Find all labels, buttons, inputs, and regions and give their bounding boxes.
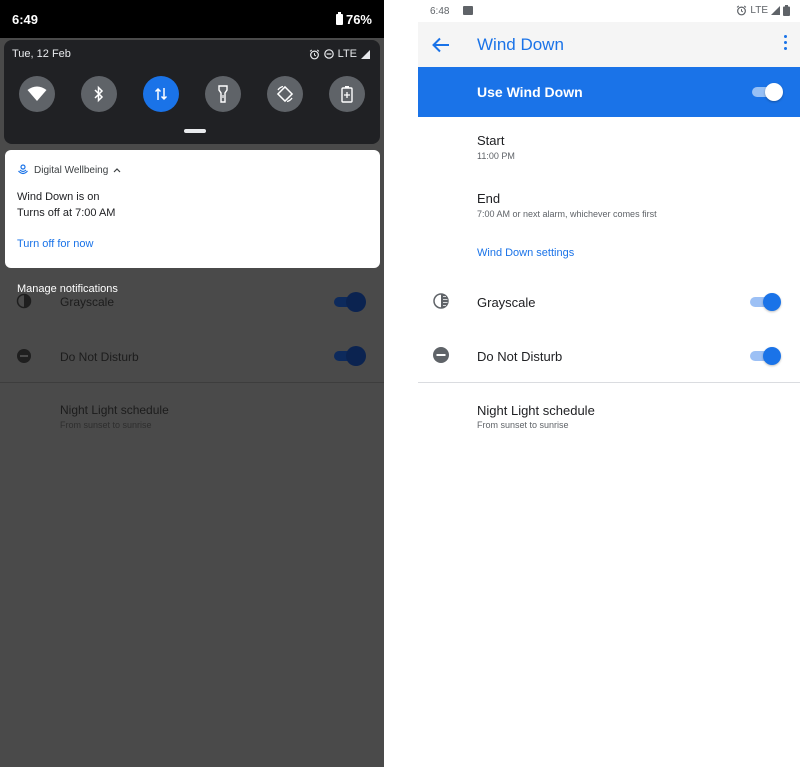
page-title: Wind Down xyxy=(477,35,564,54)
grayscale-toggle[interactable] xyxy=(748,293,781,311)
end-value: 7:00 AM or next alarm, whichever comes f… xyxy=(477,209,657,219)
screen-gutter xyxy=(384,0,418,767)
notification-body: Turns off at 7:00 AM xyxy=(17,207,116,219)
qs-date: Tue, 12 Feb xyxy=(12,48,71,60)
back-arrow-icon[interactable] xyxy=(430,34,452,56)
dimmed-night-light-label: Night Light schedule xyxy=(60,403,169,417)
status-battery: 76% xyxy=(335,12,372,27)
qs-tile-flashlight[interactable] xyxy=(205,76,241,112)
do-not-disturb-setting[interactable]: Do Not Disturb xyxy=(418,342,800,370)
dnd-toggle[interactable] xyxy=(748,347,781,365)
battery-icon xyxy=(783,5,790,16)
start-time-setting[interactable]: Start 11:00 PM xyxy=(418,125,800,171)
status-network-label: LTE xyxy=(750,5,768,16)
end-label: End xyxy=(477,191,501,206)
grayscale-icon xyxy=(433,293,449,309)
chevron-up-icon[interactable] xyxy=(113,167,121,173)
bluetooth-icon xyxy=(94,85,104,103)
use-wind-down-label: Use Wind Down xyxy=(477,84,583,100)
signal-icon xyxy=(361,49,370,59)
quick-settings-tiles xyxy=(19,76,369,116)
status-bar: 6:48 LTE xyxy=(418,0,800,22)
status-bar: 6:49 76% xyxy=(0,0,384,38)
dimmed-night-light-row: Night Light schedule From sunset to sunr… xyxy=(0,400,384,436)
dimmed-dnd-row: Do Not Disturb xyxy=(0,345,384,369)
alarm-icon xyxy=(737,5,747,16)
screenshot-root: 6:49 76% Tue, 12 Feb LTE Digital Wellbei… xyxy=(0,0,800,767)
grayscale-setting[interactable]: Grayscale xyxy=(418,288,800,316)
auto-rotate-icon xyxy=(276,85,294,103)
wind-down-settings-screen: 6:48 LTE Wind Down Use Wind Down Start 1… xyxy=(418,0,800,767)
dimmed-dnd-toggle xyxy=(332,346,366,366)
moon-icon xyxy=(435,408,443,424)
status-icons: LTE xyxy=(736,5,790,16)
digital-wellbeing-icon xyxy=(18,164,28,175)
qs-status-icons: LTE xyxy=(309,48,370,60)
notification-title: Wind Down is on xyxy=(17,191,100,203)
dimmed-divider xyxy=(0,382,384,383)
signal-icon xyxy=(771,6,780,15)
notification-app-name: Digital Wellbeing xyxy=(34,164,109,176)
image-notification-icon xyxy=(463,6,473,15)
notification-header: Digital Wellbeing xyxy=(17,164,121,176)
dnd-icon xyxy=(433,347,449,363)
grayscale-icon xyxy=(16,293,32,309)
battery-saver-icon xyxy=(341,86,353,103)
night-light-label: Night Light schedule xyxy=(477,403,595,418)
dnd-label: Do Not Disturb xyxy=(477,349,563,364)
status-time: 6:48 xyxy=(430,6,450,17)
qs-network-label: LTE xyxy=(337,48,357,60)
wind-down-settings-link[interactable]: Wind Down settings xyxy=(477,247,574,259)
qs-tile-battery-saver[interactable] xyxy=(329,76,365,112)
status-time: 6:49 xyxy=(12,12,39,27)
qs-tile-auto-rotate[interactable] xyxy=(267,76,303,112)
drag-handle[interactable] xyxy=(184,129,206,133)
dimmed-grayscale-label: Grayscale xyxy=(60,295,115,309)
mobile-data-icon xyxy=(154,87,168,101)
dimmed-grayscale-toggle xyxy=(332,292,366,312)
battery-icon xyxy=(335,12,343,25)
turn-off-for-now-button[interactable]: Turn off for now xyxy=(17,238,93,250)
wind-down-notification[interactable]: Digital Wellbeing Wind Down is on Turns … xyxy=(5,150,380,268)
qs-tile-bluetooth[interactable] xyxy=(81,76,117,112)
start-label: Start xyxy=(477,133,505,148)
start-value: 11:00 PM xyxy=(477,151,515,161)
end-time-setting[interactable]: End 7:00 AM or next alarm, whichever com… xyxy=(418,183,800,229)
notification-shade-screen: 6:49 76% Tue, 12 Feb LTE Digital Wellbei… xyxy=(0,0,384,767)
dnd-status-icon xyxy=(323,49,334,59)
grayscale-label: Grayscale xyxy=(477,295,536,310)
app-bar: Wind Down xyxy=(418,22,800,67)
qs-tile-mobile-data[interactable] xyxy=(143,76,179,112)
night-light-schedule-setting[interactable]: Night Light schedule From sunset to sunr… xyxy=(418,400,800,438)
dimmed-grayscale-row: Grayscale xyxy=(0,290,384,314)
wifi-icon xyxy=(27,86,47,101)
use-wind-down-switch-bar[interactable]: Use Wind Down xyxy=(418,67,800,117)
dimmed-dnd-label: Do Not Disturb xyxy=(60,350,139,364)
battery-percent: 76% xyxy=(345,12,372,27)
more-options-icon[interactable] xyxy=(782,35,788,53)
qs-tile-wifi[interactable] xyxy=(19,76,55,112)
section-divider xyxy=(418,382,800,383)
night-light-sub: From sunset to sunrise xyxy=(477,420,569,430)
alarm-icon xyxy=(309,49,319,59)
quick-settings-panel: Tue, 12 Feb LTE xyxy=(4,40,380,144)
dimmed-night-light-sub: From sunset to sunrise xyxy=(60,420,152,430)
moon-icon xyxy=(19,407,26,421)
flashlight-icon xyxy=(218,85,228,103)
dnd-icon xyxy=(17,349,31,363)
use-wind-down-toggle[interactable] xyxy=(750,83,783,101)
